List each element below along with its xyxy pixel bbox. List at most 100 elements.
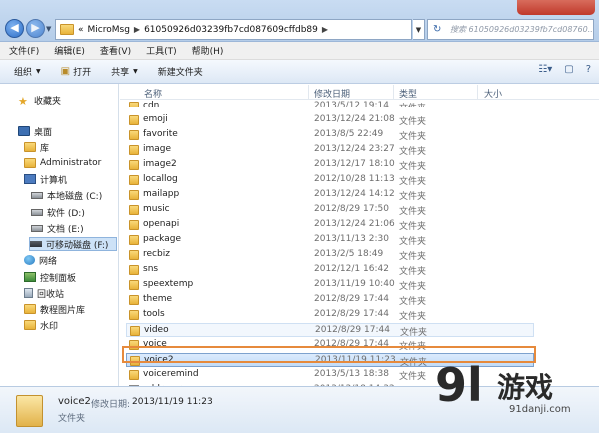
file-name: mailapp (143, 189, 180, 199)
nav-drive-e[interactable]: 文档 (E:) (31, 221, 84, 235)
refresh-icon[interactable]: ↻ (433, 20, 441, 39)
column-divider[interactable] (393, 85, 394, 99)
file-row[interactable]: music 2012/8/29 17:50 文件夹 (126, 203, 534, 217)
nav-drive-d[interactable]: 软件 (D:) (31, 205, 85, 219)
watermark-logo: 9l (435, 358, 483, 412)
nav-computer[interactable]: 计算机 (24, 172, 67, 186)
address-bar[interactable]: « MicroMsg ▶ 61050926d03239fb7cd087609cf… (55, 19, 412, 40)
back-button[interactable]: ◀ (5, 19, 24, 38)
file-row[interactable]: image 2013/12/24 23:27 文件夹 (126, 143, 534, 157)
nav-watermark-folder[interactable]: 水印 (24, 318, 58, 332)
file-row[interactable]: image2 2013/12/17 18:10 文件夹 (126, 158, 534, 172)
file-type: 文件夹 (399, 267, 427, 277)
file-date: 2012/10/28 11:13 (314, 174, 395, 184)
nav-administrator[interactable]: Administrator (24, 156, 101, 170)
column-divider[interactable] (477, 85, 478, 99)
nav-recycle-bin[interactable]: 回收站 (24, 286, 64, 300)
file-row[interactable]: speextemp 2013/11/19 10:40 文件夹 (126, 278, 534, 292)
chevron-right-icon[interactable]: ▶ (322, 25, 328, 34)
file-row[interactable]: emoji 2013/12/24 21:08 文件夹 (126, 113, 534, 127)
breadcrumb-current-folder[interactable]: 61050926d03239fb7cd087609cffdb89 (144, 25, 318, 35)
view-options-icon[interactable]: ☷▾ (538, 64, 552, 75)
folder-icon (16, 395, 43, 427)
file-row[interactable]: openapi 2013/12/24 21:06 文件夹 (126, 218, 534, 232)
chevron-down-icon: ▼ (133, 68, 138, 75)
nav-desktop[interactable]: 桌面 (18, 124, 52, 138)
menu-view[interactable]: 查看(V) (100, 44, 131, 57)
help-icon[interactable]: ? (586, 64, 591, 75)
control-panel-icon (24, 272, 36, 282)
file-type: 文件夹 (399, 162, 427, 172)
command-bar: 组织 ▼ ▣ 打开 共享 ▼ 新建文件夹 ☷▾ ▢ ? (0, 60, 599, 84)
nav-network[interactable]: 网络 (24, 253, 57, 267)
file-date: 2012/8/29 17:44 (315, 325, 390, 335)
search-input[interactable]: ↻ 搜索 61050926d03239fb7cd08760... (427, 19, 594, 40)
nav-favorites[interactable]: ★ 收藏夹 (18, 93, 61, 108)
address-history-dropdown[interactable]: ▼ (413, 19, 425, 40)
file-name: package (143, 234, 181, 244)
folder-icon (129, 190, 139, 200)
recent-pages-dropdown[interactable]: ▼ (46, 25, 52, 33)
preview-pane-icon[interactable]: ▢ (564, 64, 573, 75)
folder-icon (129, 250, 139, 260)
address-bar-region: ◀ ▶ ▼ « MicroMsg ▶ 61050926d03239fb7cd08… (0, 0, 599, 42)
column-name[interactable]: 名称 (144, 87, 162, 100)
share-button[interactable]: 共享 ▼ (111, 65, 138, 78)
folder-icon (129, 205, 139, 215)
file-row[interactable]: package 2013/11/13 2:30 文件夹 (126, 233, 534, 247)
folder-icon (60, 24, 74, 35)
star-icon: ★ (18, 95, 28, 108)
breadcrumb-micromsg[interactable]: MicroMsg (88, 25, 130, 35)
file-row[interactable]: favorite 2013/8/5 22:49 文件夹 (126, 128, 534, 142)
organize-button[interactable]: 组织 ▼ (14, 65, 41, 78)
file-row[interactable]: tools 2012/8/29 17:44 文件夹 (126, 308, 534, 322)
file-row[interactable]: locallog 2012/10/28 11:13 文件夹 (126, 173, 534, 187)
folder-icon (129, 160, 139, 170)
nav-drive-c-label: 本地磁盘 (C:) (47, 191, 103, 202)
file-type: 文件夹 (399, 312, 427, 322)
nav-libraries[interactable]: 库 (24, 140, 49, 154)
window-controls[interactable] (517, 0, 595, 15)
menu-file[interactable]: 文件(F) (9, 44, 39, 57)
file-date: 2013/5/13 18:38 (314, 369, 389, 379)
file-row[interactable]: cdn 2013/5/12 19:14 文件夹 (126, 100, 534, 107)
menu-edit[interactable]: 编辑(E) (54, 44, 85, 57)
folder-icon (24, 320, 36, 330)
computer-icon (24, 174, 36, 184)
column-date[interactable]: 修改日期 (314, 87, 350, 100)
menu-help[interactable]: 帮助(H) (192, 44, 224, 57)
details-date: 2013/11/19 11:23 (132, 397, 213, 407)
folder-icon (129, 235, 139, 245)
file-row[interactable]: theme 2012/8/29 17:44 文件夹 (126, 293, 534, 307)
new-folder-button[interactable]: 新建文件夹 (158, 65, 203, 78)
file-date: 2013/2/5 18:49 (314, 249, 384, 259)
file-type: 文件夹 (399, 132, 427, 142)
nav-drive-c[interactable]: 本地磁盘 (C:) (31, 188, 102, 202)
organize-label: 组织 (14, 68, 33, 78)
file-row[interactable]: recbiz 2013/2/5 18:49 文件夹 (126, 248, 534, 262)
nav-tutorial-library[interactable]: 教程图片库 (24, 302, 85, 316)
file-type: 文件夹 (399, 117, 427, 127)
open-button[interactable]: ▣ 打开 (61, 65, 91, 78)
hard-drive-icon (31, 208, 43, 216)
file-name: locallog (143, 174, 178, 184)
hard-drive-icon (31, 224, 43, 232)
column-size[interactable]: 大小 (484, 87, 502, 100)
forward-button[interactable]: ▶ (26, 19, 45, 38)
chevron-right-icon[interactable]: ▶ (134, 25, 140, 34)
column-divider[interactable] (308, 85, 309, 99)
nav-network-label: 网络 (39, 256, 58, 267)
menu-tools[interactable]: 工具(T) (146, 44, 177, 57)
file-row[interactable]: mailapp 2013/12/24 14:12 文件夹 (126, 188, 534, 202)
file-row[interactable]: video 2012/8/29 17:44 文件夹 (126, 323, 534, 338)
view-controls: ☷▾ ▢ ? (526, 64, 591, 75)
column-type[interactable]: 类型 (399, 87, 417, 100)
file-type: 文件夹 (399, 237, 427, 247)
nav-control-panel[interactable]: 控制面板 (24, 270, 76, 284)
file-row[interactable]: sns 2012/12/1 16:42 文件夹 (126, 263, 534, 277)
nav-drive-f[interactable]: 可移动磁盘 (F:) (29, 237, 117, 251)
folder-icon (129, 265, 139, 275)
file-date: 2012/8/29 17:44 (314, 294, 389, 304)
new-folder-label: 新建文件夹 (157, 68, 203, 78)
breadcrumb-overflow[interactable]: « (78, 25, 84, 35)
